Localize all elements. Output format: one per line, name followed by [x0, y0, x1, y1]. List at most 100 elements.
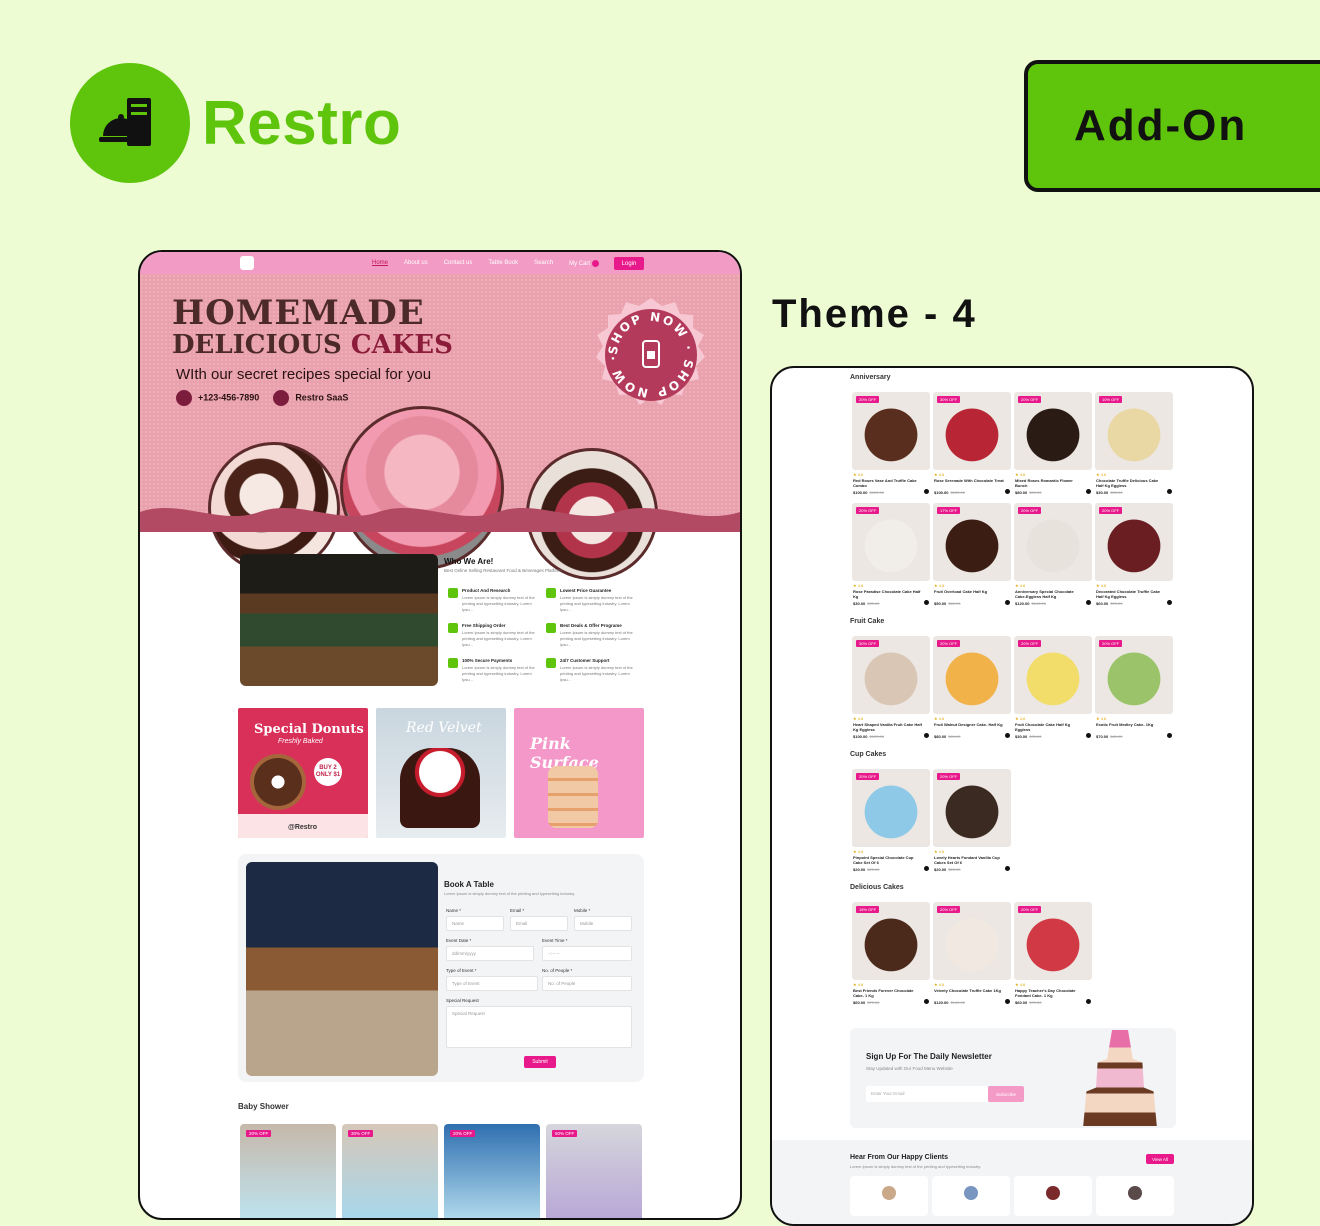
- product-card[interactable]: 20% OFF ★ 4.6 Fruit Chocolate Cake Half Kg…: [1014, 636, 1092, 739]
- product-card[interactable]: 10% OFF ★ 4.6 Chocolate Truffle Delicious …: [1095, 392, 1173, 495]
- nav-contact[interactable]: Contact us: [444, 260, 473, 267]
- add-to-cart-icon[interactable]: [1167, 733, 1172, 738]
- donut-stack-image: [548, 766, 598, 828]
- product-price: $120.00 $140.00: [934, 1000, 965, 1005]
- product-name[interactable]: Pinpoint Special Chocolate Cup Cake Set …: [853, 855, 923, 865]
- nav-about[interactable]: About us: [404, 260, 428, 267]
- product-card[interactable]: 20% OFF ★ 4.6 Lovely Hearts Fondant Vanill…: [933, 769, 1011, 872]
- newsletter-email-input[interactable]: Enter Your Email: [866, 1086, 988, 1102]
- product-name[interactable]: Fruit Overload Cake Half Kg: [934, 589, 1004, 594]
- product-card[interactable]: 17% OFF ★ 4.6 Fruit Overload Cake Half Kg $…: [933, 503, 1011, 606]
- email-field[interactable]: Email: [510, 916, 568, 931]
- product-card[interactable]: 20% OFF ★ 4.6 Exotic Fruit Medley Cake- 1K…: [1095, 636, 1173, 739]
- add-to-cart-icon[interactable]: [1086, 733, 1091, 738]
- add-to-cart-icon[interactable]: [1005, 600, 1010, 605]
- product-name[interactable]: Decorated Chocolate Truffle Cake Half Kg…: [1096, 589, 1166, 599]
- add-on-button[interactable]: Add-On: [1024, 60, 1320, 192]
- shop-now-badge[interactable]: SHOP NOW · SHOP NOW ·: [592, 296, 710, 414]
- feature-title: Free Shipping Order: [462, 623, 506, 628]
- submit-button[interactable]: Submit: [524, 1056, 556, 1068]
- product-card[interactable]: 20% OFF: [444, 1124, 540, 1218]
- add-to-cart-icon[interactable]: [1086, 489, 1091, 494]
- avatar: [1128, 1186, 1142, 1200]
- login-button[interactable]: Login: [614, 257, 644, 270]
- site-logo-icon[interactable]: [240, 256, 254, 270]
- product-name[interactable]: Lovely Hearts Fondant Vanilla Cup Cakes …: [934, 855, 1004, 865]
- nav-table-book[interactable]: Table Book: [488, 260, 518, 267]
- product-card[interactable]: 20% OFF ★ 4.6 Rose Paradise Chocolate Cake…: [852, 503, 930, 606]
- product-card[interactable]: 30% OFF ★ 4.6 Heart Shaped Vanilla Fruit C…: [852, 636, 930, 739]
- product-name[interactable]: Exotic Fruit Medley Cake- 1Kg: [1096, 722, 1166, 727]
- add-to-cart-icon[interactable]: [924, 489, 929, 494]
- product-card[interactable]: 20% OFF ★ 4.6 Pinpoint Special Chocolate C…: [852, 769, 930, 872]
- nav-home[interactable]: Home: [372, 260, 388, 267]
- product-image: 20% OFF: [1095, 636, 1173, 714]
- product-name[interactable]: Fruit Walnut Designer Cake- Half Kg: [934, 722, 1004, 727]
- add-to-cart-icon[interactable]: [924, 866, 929, 871]
- price-old: $35.00: [1110, 490, 1123, 495]
- event-date-field[interactable]: dd/mm/yyyy: [446, 946, 534, 961]
- price-old: $70.00: [867, 1000, 880, 1005]
- add-to-cart-icon[interactable]: [1086, 999, 1091, 1004]
- add-to-cart-icon[interactable]: [1005, 733, 1010, 738]
- product-card[interactable]: 20% OFF ★ 4.6 Velvety Chocolate Truffle Ca…: [933, 902, 1011, 1005]
- mobile-field[interactable]: Mobile: [574, 916, 632, 931]
- product-card[interactable]: 20% OFF ★ 4.6 Mixed Roses Romantic Flower …: [1014, 392, 1092, 495]
- product-name[interactable]: Fruit Chocolate Cake Half Kg Eggless: [1015, 722, 1085, 732]
- phone-contact[interactable]: +123-456-7890: [176, 390, 259, 406]
- product-name[interactable]: Velvety Chocolate Truffle Cake 1Kg: [934, 988, 1004, 993]
- product-rating: ★ 4.6: [1015, 583, 1026, 588]
- product-card[interactable]: 20% OFF: [240, 1124, 336, 1218]
- category-title: Fruit Cake: [850, 618, 885, 625]
- restaurant-cloche-icon: [70, 63, 190, 183]
- product-card[interactable]: 20% OFF ★ 4.6 Red Roses Vase And Truffle C…: [852, 392, 930, 495]
- add-to-cart-icon[interactable]: [1167, 600, 1172, 605]
- product-name[interactable]: Rose Paradise Chocolate Cake Half Kg: [853, 589, 923, 599]
- view-all-button[interactable]: View All: [1146, 1154, 1174, 1164]
- product-name[interactable]: Happy Teacher's Day Chocolate Fondant Ca…: [1015, 988, 1085, 998]
- event-type-field[interactable]: Type of Event: [446, 976, 538, 991]
- add-to-cart-icon[interactable]: [924, 600, 929, 605]
- product-name[interactable]: Mixed Roses Romantic Flower Bunch: [1015, 478, 1085, 488]
- add-to-cart-icon[interactable]: [924, 733, 929, 738]
- price-current: $120.00: [1015, 601, 1030, 606]
- add-to-cart-icon[interactable]: [1086, 600, 1091, 605]
- price-current: $100.00: [853, 734, 868, 739]
- product-card[interactable]: 50% OFF: [546, 1124, 642, 1218]
- product-card[interactable]: 30% OFF ★ 4.6 Rose Serenade With Chocolate…: [933, 392, 1011, 495]
- product-name[interactable]: Anniversary Special Chocolate Cake-Eggle…: [1015, 589, 1085, 599]
- donut-image: [250, 754, 306, 810]
- product-name[interactable]: Rose Serenade With Chocolate Treat: [934, 478, 1004, 483]
- product-card[interactable]: 20% OFF ★ 4.6 Anniversary Special Chocolat…: [1014, 503, 1092, 606]
- add-to-cart-icon[interactable]: [1167, 489, 1172, 494]
- promo-special-donuts[interactable]: Special Donuts Freshly Baked BUY 2 ONLY $…: [238, 708, 368, 838]
- discount-badge: 20% OFF: [937, 906, 961, 913]
- special-request-field[interactable]: Special Request: [446, 1006, 632, 1048]
- event-time-field[interactable]: --:-- --: [542, 946, 632, 961]
- add-to-cart-icon[interactable]: [924, 999, 929, 1004]
- subscribe-button[interactable]: Subscribe: [988, 1086, 1024, 1102]
- product-card[interactable]: 20% OFF ★ 4.6 Decorated Chocolate Truffle …: [1095, 503, 1173, 606]
- name-field[interactable]: Name: [446, 916, 504, 931]
- product-card[interactable]: 30% OFF: [342, 1124, 438, 1218]
- add-to-cart-icon[interactable]: [1005, 866, 1010, 871]
- product-name[interactable]: Best Friends Forever Chocolate Cake- 1 K…: [853, 988, 923, 998]
- people-field[interactable]: No. of People: [542, 976, 632, 991]
- product-card[interactable]: 20% OFF ★ 4.6 Fruit Walnut Designer Cake- …: [933, 636, 1011, 739]
- nav-cart[interactable]: My Cart: [569, 260, 600, 267]
- add-to-cart-icon[interactable]: [1005, 999, 1010, 1004]
- product-name[interactable]: Chocolate Truffle Delicious Cake Half Kg…: [1096, 478, 1166, 488]
- add-to-cart-icon[interactable]: [1005, 489, 1010, 494]
- product-card[interactable]: 20% OFF ★ 4.6 Happy Teacher's Day Chocolat…: [1014, 902, 1092, 1005]
- feature-icon: [448, 588, 458, 598]
- nav-search[interactable]: Search: [534, 260, 553, 267]
- product-image: 30% OFF: [933, 392, 1011, 470]
- product-card[interactable]: 15% OFF ★ 4.6 Best Friends Forever Chocola…: [852, 902, 930, 1005]
- promo-pink-surface[interactable]: Pink Surface: [514, 708, 644, 838]
- theme-label: Theme - 4: [772, 292, 977, 336]
- website-contact[interactable]: Restro SaaS: [273, 390, 348, 406]
- product-name[interactable]: Red Roses Vase And Truffle Cake Combo: [853, 478, 923, 488]
- product-name[interactable]: Heart Shaped Vanilla Fruit Cake Half Kg …: [853, 722, 923, 732]
- promo-red-velvet[interactable]: Red Velvet: [376, 708, 506, 838]
- discount-badge: 20% OFF: [450, 1130, 476, 1137]
